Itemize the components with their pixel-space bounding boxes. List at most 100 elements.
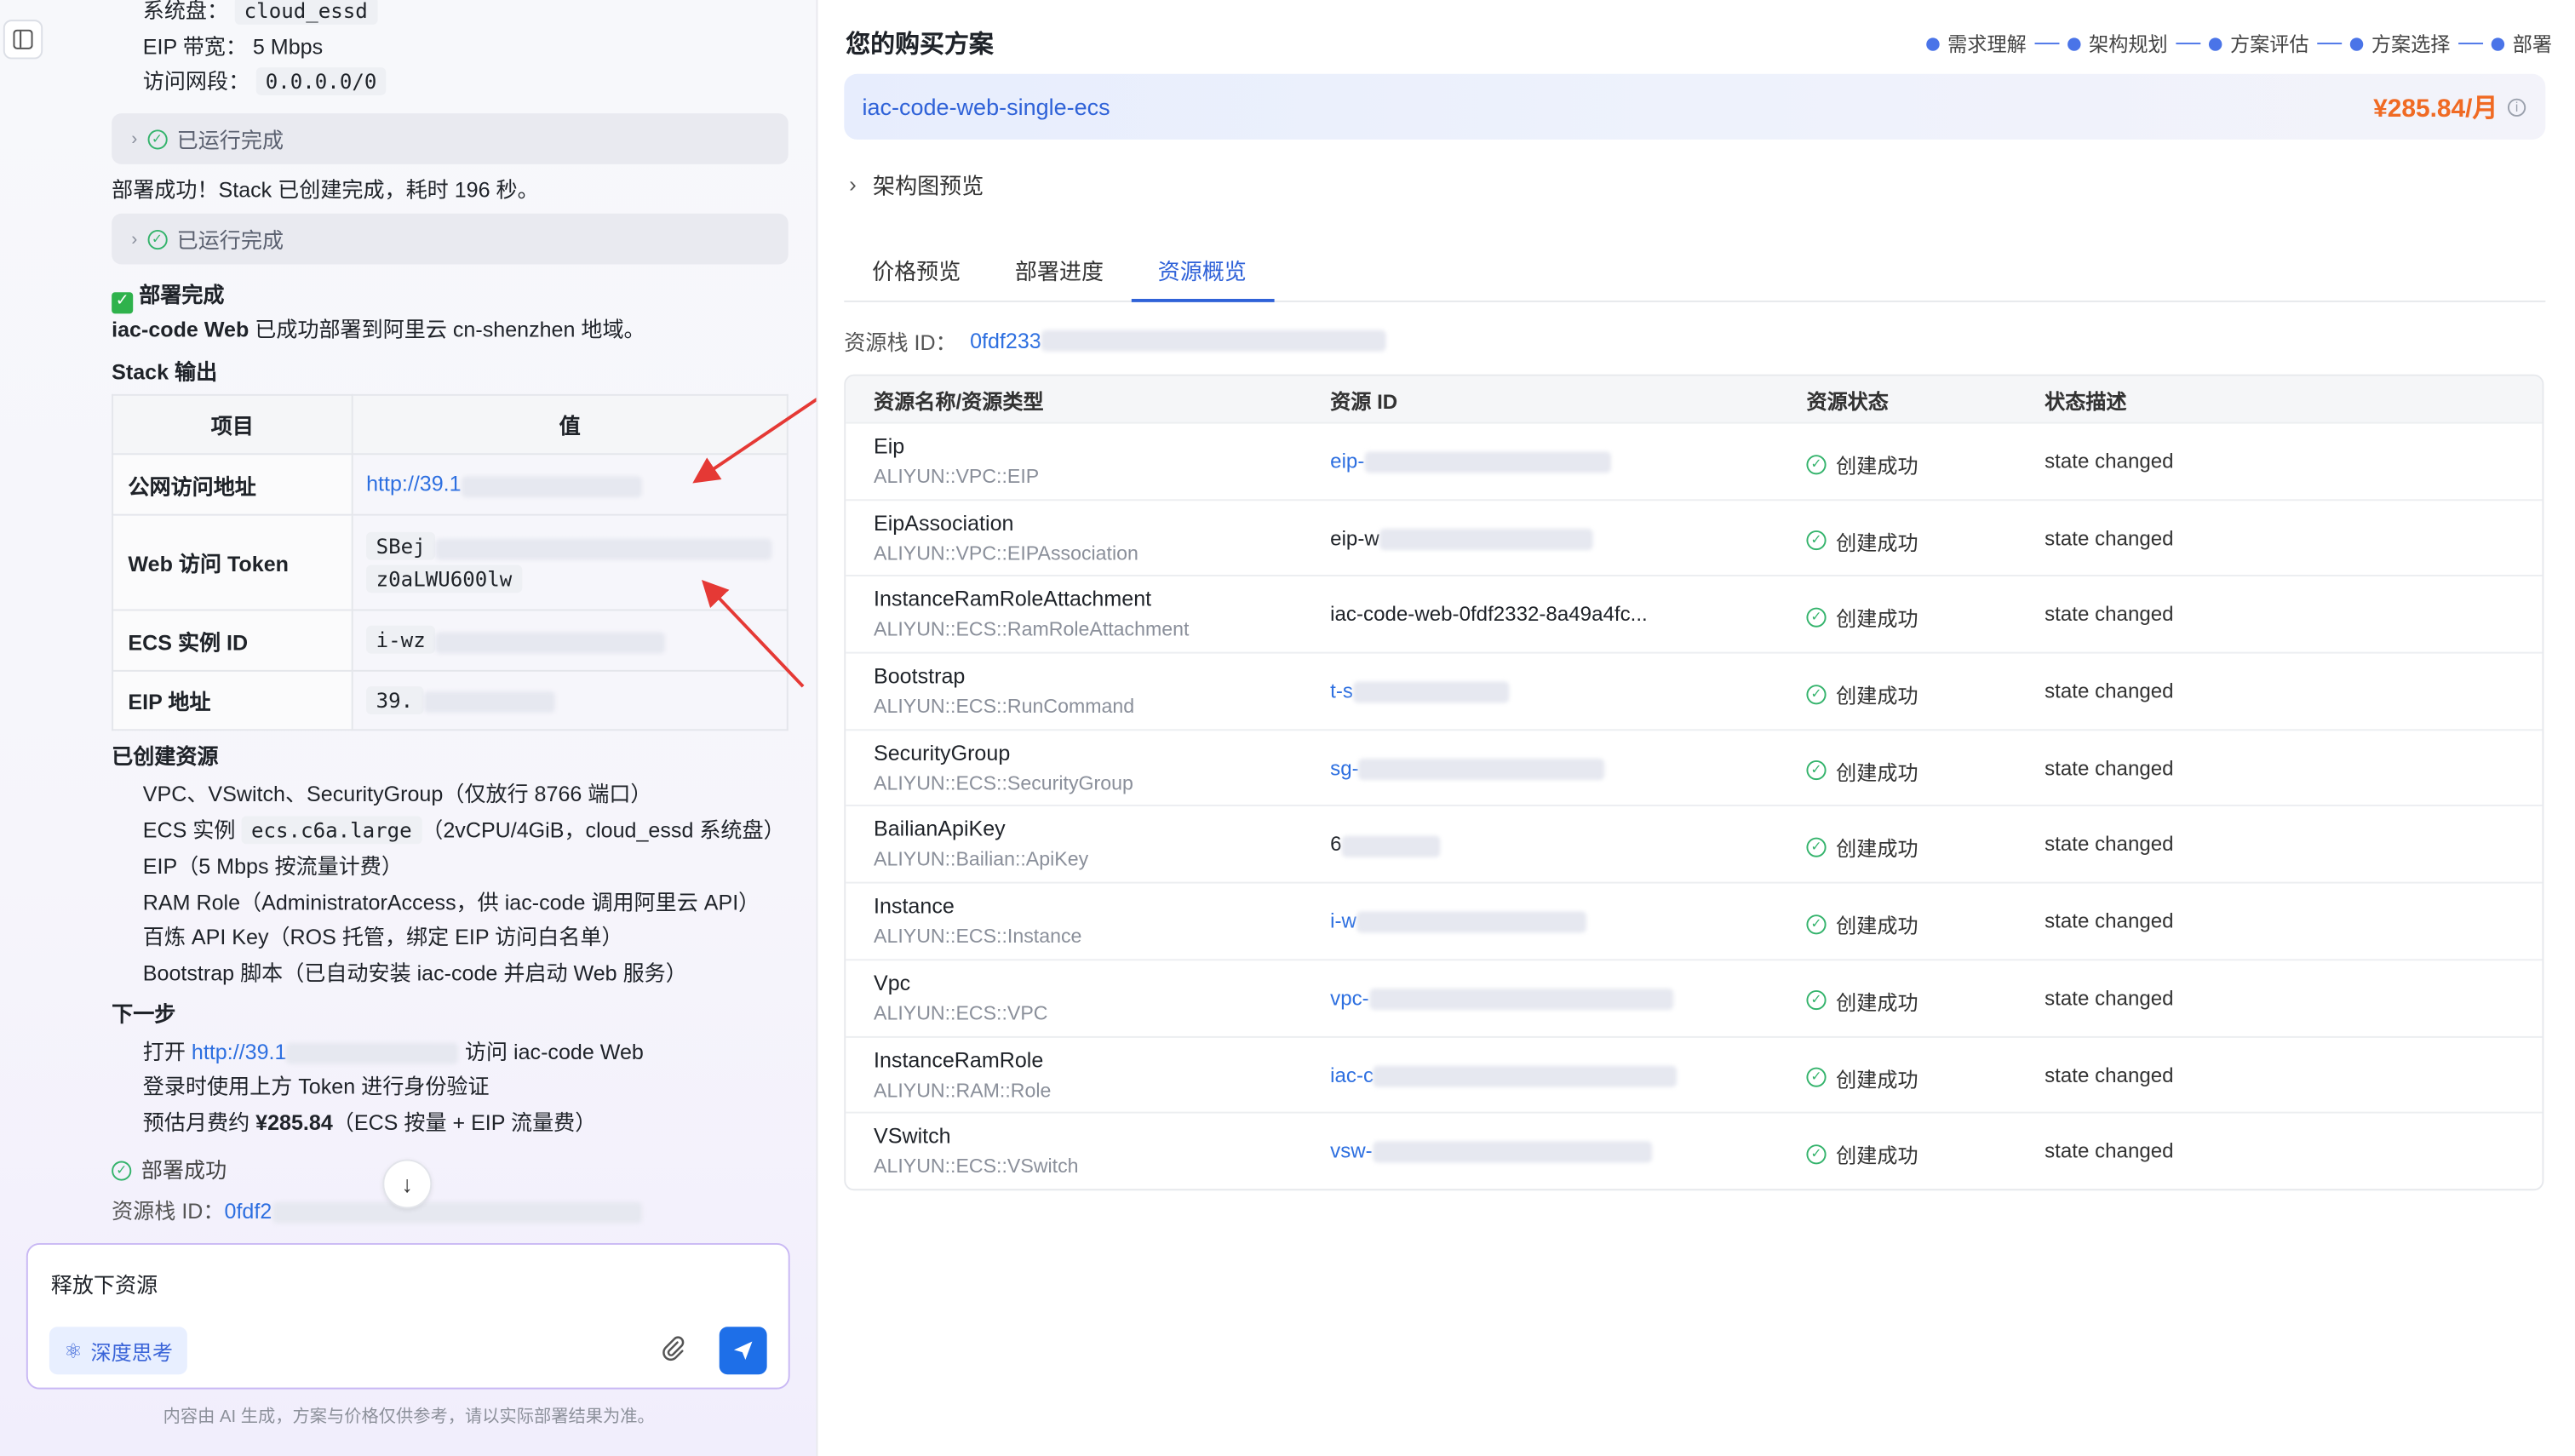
resource-status: ✓ 创建成功 [1806,985,1918,1017]
resource-id-value: iac-code-web-0fdf2332-8a49a4fc... [1330,603,1648,627]
send-button[interactable] [719,1327,767,1375]
next-step-title: 下一步 [112,1001,176,1027]
deploy-success-status: ✓ 部署成功 [112,1156,227,1186]
resource-status: ✓ 创建成功 [1806,679,1918,710]
deep-think-label: 深度思考 [90,1341,173,1365]
resource-status: ✓ 创建成功 [1806,909,1918,940]
next-open-rest: 访问 iac-code Web [458,1039,644,1064]
check-circle-icon: ✓ [1806,607,1827,628]
step-label: 方案选择 [2371,32,2451,56]
table-row: Vpc ALIYUN::ECS::VPC vpc- ✓ 创建成功 state change… [846,958,2543,1035]
resource-id-value[interactable]: sg- [1330,757,1359,780]
resource-id[interactable]: eip- [1330,450,1611,473]
col-name-type: 资源名称/资源类型 [874,390,1044,414]
next-cost-rest: （ECS 按量 + EIP 流量费） [332,1109,597,1135]
arrow-to-url [692,398,817,484]
info-icon[interactable]: i [2507,97,2526,116]
resource-id-value[interactable]: t-s [1330,680,1353,703]
resource-id-value[interactable]: i-w [1330,910,1356,933]
resource-table-header: 资源名称/资源类型 资源 ID 资源状态 状态描述 [846,375,2543,422]
resource-id: eip-w [1330,526,1593,550]
step-label: 需求理解 [1947,32,2027,56]
resource-id-value[interactable]: iac-c [1330,1063,1374,1086]
check-circle-icon: ✓ [1806,914,1827,934]
resource-id-value: 6 [1330,833,1342,857]
resource-description: state changed [2045,833,2174,857]
resource-id[interactable]: i-w [1330,910,1586,934]
resource-id-value[interactable]: vpc- [1330,987,1369,1010]
active-tab-indicator [1131,299,1275,302]
deep-think-button[interactable]: ⚛ 深度思考 [49,1327,188,1375]
architecture-preview-toggle[interactable]: › 架构图预览 [849,168,984,201]
list-item: ECS 实例 ecs.c6a.large （2vCPU/4GiB，cloud_es… [142,816,785,846]
step-dot-icon [1926,37,1940,50]
resource-name: InstanceRamRole [874,1046,1044,1072]
resource-id-value[interactable]: vsw- [1330,1140,1373,1163]
right-stack-id: 资源栈 ID： 0fdf233 [844,325,1386,357]
resource-status-label: 创建成功 [1836,1068,1918,1092]
attach-button[interactable] [660,1335,686,1368]
resource-type: ALIYUN::ECS::VSwitch [874,1155,1079,1178]
resource-id[interactable]: t-s [1330,680,1510,703]
plan-card[interactable]: iac-code-web-single-ecs ¥285.84/月 i [844,73,2546,140]
table-row: InstanceRamRoleALIYUN::RAM::Role iac-c ✓ 创建… [846,1035,2543,1112]
step-dot-icon [2067,37,2081,50]
step-label: 架构规划 [2089,32,2168,56]
tab-resource-overview[interactable]: 资源概览 [1158,253,1247,286]
ai-disclaimer: 内容由 AI 生成，方案与价格仅供参考，请以实际部署结果为准。 [163,1407,655,1427]
resource-id: iac-code-web-0fdf2332-8a49a4fc... [1330,604,1648,627]
arrow-to-token [701,579,805,688]
resource-id[interactable]: vpc- [1330,987,1673,1011]
resource-status: ✓ 创建成功 [1806,525,1918,557]
next-url-link[interactable]: http://39.1 [192,1040,287,1064]
list-item: 打开 http://39.1 访问 iac-code Web [143,1038,644,1068]
ecs-instance-label: ECS 实例 [142,817,242,843]
check-circle-icon: ✓ [1806,837,1827,857]
tab-price-preview[interactable]: 价格预览 [872,253,961,286]
resource-status: ✓ 创建成功 [1806,832,1918,863]
message-composer[interactable]: 释放下资源 ⚛ 深度思考 [26,1242,790,1390]
message-input[interactable]: 释放下资源 [51,1268,158,1299]
resource-description: state changed [2045,909,2174,933]
list-item: 百炼 API Key（ROS 托管，绑定 EIP 访问白名单） [142,924,623,949]
scroll-down-button[interactable]: ↓ [382,1159,433,1209]
stack-id-link[interactable]: 0fdf2 [224,1199,272,1224]
created-resources-title: 已创建资源 [112,743,219,769]
tab-deploy-progress[interactable]: 部署进度 [1015,253,1104,286]
resource-type: ALIYUN::ECS::VPC [874,1001,1048,1025]
stack-id-link[interactable]: 0fdf233 [970,329,1041,353]
list-item: 登录时使用上方 Token 进行身份验证 [142,1074,490,1099]
table-row: VSwitch ALIYUN::ECS::VSwitch vsw- ✓ 创建成功 stat… [846,1112,2543,1189]
send-icon [733,1341,753,1361]
col-status: 资源状态 [1806,390,1889,414]
plan-panel: 您的购买方案 需求理解 架构规划 方案评估 方案选择 部署 iac-code-w… [817,0,2575,1456]
resource-status-label: 创建成功 [1836,685,1918,708]
step-dot-icon [2208,37,2222,50]
resource-name: Bootstrap [874,663,966,689]
check-circle-icon: ✓ [112,1161,132,1181]
architecture-preview-label: 架构图预览 [873,174,984,199]
resource-name: Instance [874,893,955,919]
resource-id[interactable]: vsw- [1330,1140,1652,1164]
resource-id[interactable]: iac-c [1330,1063,1677,1087]
list-item: EIP（5 Mbps 按流量计费） [142,853,403,879]
step-dot-icon [2349,37,2364,50]
check-circle-icon: ✓ [1806,530,1827,551]
check-circle-icon: ✓ [1806,454,1827,474]
resource-status-label: 创建成功 [1836,455,1918,479]
resource-status: ✓ 创建成功 [1806,755,1918,787]
resource-description: state changed [2045,986,2174,1010]
deploy-success-label: 部署成功 [141,1157,227,1183]
resource-type: ALIYUN::VPC::EIP [874,464,1040,488]
ecs-type-rest: （2vCPU/4GiB，cloud_essd 系统盘） [422,817,785,843]
step-label: 部署 [2512,32,2553,56]
resource-description: state changed [2045,679,2174,703]
table-row: BailianApiKey ALIYUN::Bailian::ApiKey 6 ✓ 创建… [846,805,2543,882]
resource-type: ALIYUN::RAM::Role [874,1078,1052,1102]
resource-id[interactable]: sg- [1330,757,1605,780]
resource-type: ALIYUN::VPC::EIPAssociation [874,541,1138,565]
resource-status: ✓ 创建成功 [1806,1062,1918,1093]
resource-id-value[interactable]: eip- [1330,450,1364,473]
check-circle-icon: ✓ [1806,1067,1827,1087]
chat-panel: 系统盘： cloud_essd EIP 带宽： 5 Mbps 访问网段： 0.0… [0,0,818,1456]
